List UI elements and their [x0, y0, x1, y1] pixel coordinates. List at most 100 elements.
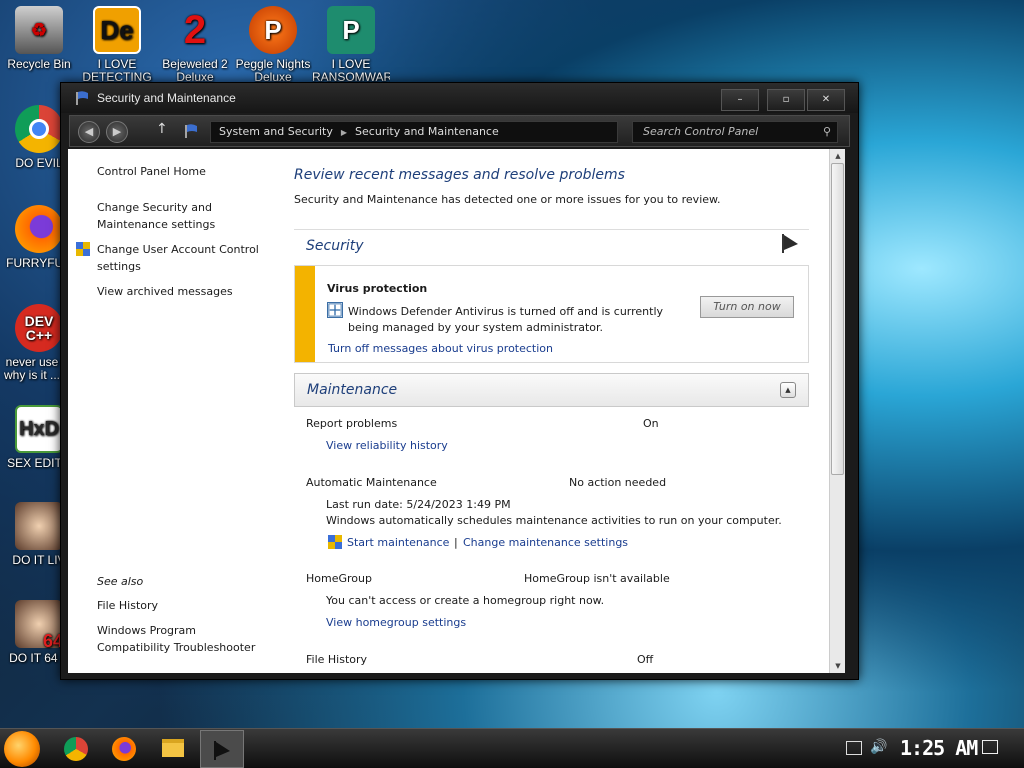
last-run-date: Last run date: 5/24/2023 1:49 PM [326, 498, 511, 511]
alert-title: Virus protection [327, 282, 428, 295]
desktop-icon-label: Peggle Nights Deluxe [235, 58, 311, 84]
page-subtitle: Security and Maintenance has detected on… [294, 193, 721, 206]
security-maintenance-taskbar-button[interactable] [200, 730, 244, 768]
minimize-button[interactable]: – [721, 89, 759, 111]
link-line: Compatibility Troubleshooter [97, 641, 256, 654]
turn-on-now-button[interactable]: Turn on now [700, 296, 794, 318]
breadcrumb[interactable]: System and Security ▶ Security and Mainten… [210, 121, 618, 143]
title-bar[interactable]: Security and Maintenance – ▫ ✕ [61, 83, 858, 113]
file-history-status: Off [637, 653, 654, 666]
scroll-down-icon[interactable]: ▼ [830, 659, 845, 673]
breadcrumb-item-system-security[interactable]: System and Security [219, 125, 333, 138]
flag-icon [76, 91, 88, 105]
publisher-icon: P [327, 6, 375, 54]
homegroup-label: HomeGroup [306, 572, 372, 585]
main-pane: Review recent messages and resolve probl… [294, 149, 836, 673]
change-settings-link[interactable]: Change Security and Maintenance settings [97, 199, 215, 233]
change-maintenance-settings-link[interactable]: Change maintenance settings [463, 536, 628, 549]
address-bar: ◀ ▶ ↑ System and Security ▶ Security and M… [69, 115, 850, 147]
breadcrumb-separator-icon: ▶ [340, 128, 348, 137]
recycle-bin-icon: ♻ [15, 6, 63, 54]
action-flag-icon [782, 234, 798, 253]
firefox-icon [15, 205, 63, 253]
chrome-icon [15, 105, 63, 153]
desktop-icon-label: never use why is it ... [3, 355, 60, 382]
taskbar: 🔊 1:25 AM [0, 728, 1024, 768]
link-line: Windows Program [97, 624, 197, 637]
network-icon[interactable] [846, 741, 862, 755]
desktop-icon-label: Bejeweled 2 Deluxe [162, 58, 228, 84]
defender-icon [327, 302, 343, 318]
portrait-icon [15, 502, 63, 550]
desktop-icon-detecting[interactable]: De I LOVE DETECTING [78, 6, 156, 84]
desktop-icon-ransomware[interactable]: P I LOVE RANSOMWARE [312, 6, 390, 84]
firefox-taskbar-icon[interactable] [112, 737, 136, 761]
view-reliability-link[interactable]: View reliability history [326, 439, 448, 452]
warning-bar [295, 266, 315, 362]
file-explorer-taskbar-icon[interactable] [162, 739, 184, 757]
view-homegroup-settings-link[interactable]: View homegroup settings [326, 616, 466, 629]
security-maintenance-window: Security and Maintenance – ▫ ✕ ◀ ▶ ↑ Sys… [60, 82, 859, 680]
control-panel-home-link[interactable]: Control Panel Home [97, 163, 206, 180]
start-orb-icon[interactable] [4, 731, 40, 767]
uac-shield-icon [328, 535, 342, 549]
hxd-icon: HxD [15, 405, 63, 453]
left-pane: Control Panel Home Change Security and M… [68, 149, 288, 673]
desktop-icon-label: I LOVE RANSOMWARE [312, 58, 390, 84]
automatic-maintenance-status: No action needed [569, 476, 667, 489]
chrome-taskbar-icon[interactable] [64, 737, 88, 761]
desktop-icon-bejeweled[interactable]: 2 Bejeweled 2 Deluxe [156, 6, 234, 84]
search-placeholder: Search Control Panel [643, 125, 759, 138]
scroll-up-icon[interactable]: ▲ [830, 149, 845, 163]
link-line: Maintenance settings [97, 218, 216, 231]
page-title: Review recent messages and resolve probl… [294, 167, 625, 183]
search-icon[interactable]: ⚲ [823, 122, 831, 142]
flag-icon [214, 741, 230, 760]
change-uac-link[interactable]: Change User Account Control settings [97, 241, 259, 275]
homegroup-description: You can't access or create a homegroup r… [326, 594, 605, 607]
forward-button[interactable]: ▶ [106, 121, 128, 143]
homegroup-status: HomeGroup isn't available [524, 572, 670, 585]
link-line: settings [97, 260, 141, 273]
maintenance-section-header[interactable]: Maintenance ▲ [294, 373, 809, 407]
report-problems-status: On [643, 417, 659, 430]
maximize-button[interactable]: ▫ [767, 89, 805, 111]
file-history-label: File History [306, 653, 368, 666]
compat-troubleshooter-link[interactable]: Windows Program Compatibility Troublesho… [97, 622, 255, 656]
peggle-icon: P [249, 6, 297, 54]
link-line: Change User Account Control [97, 243, 259, 256]
desktop-icon-label: Recycle Bin [7, 57, 71, 71]
maintenance-description: Windows automatically schedules maintena… [326, 514, 782, 527]
link-separator: | [454, 536, 458, 549]
desktop-icon-label: I LOVE DETECTING [82, 58, 152, 84]
close-button[interactable]: ✕ [807, 89, 845, 111]
action-center-icon[interactable] [982, 740, 998, 754]
see-also-heading: See also [97, 575, 144, 588]
devcpp-icon: DEV C++ [15, 304, 63, 352]
desktop-icon-recycle-bin[interactable]: ♻ Recycle Bin [0, 6, 78, 71]
uac-shield-icon [76, 242, 90, 256]
volume-icon[interactable]: 🔊 [870, 739, 887, 755]
maintenance-header-label: Maintenance [307, 382, 398, 398]
collapse-chevron-up-icon[interactable]: ▲ [780, 382, 796, 398]
vertical-scrollbar[interactable]: ▲ ▼ [829, 149, 845, 673]
alert-text: Windows Defender Antivirus is turned off… [348, 305, 664, 334]
security-section-header[interactable]: Security [294, 229, 809, 261]
search-input[interactable]: Search Control Panel ⚲ [632, 121, 838, 143]
file-history-link[interactable]: File History [97, 597, 158, 614]
turn-off-messages-link[interactable]: Turn off messages about virus protection [328, 342, 553, 355]
start-maintenance-link[interactable]: Start maintenance [347, 536, 449, 549]
breadcrumb-item-security-maintenance[interactable]: Security and Maintenance [355, 125, 499, 138]
virus-protection-alert: Virus protection Windows Defender Antivi… [294, 265, 809, 363]
desktop-icon-peggle[interactable]: P Peggle Nights Deluxe [234, 6, 312, 84]
clock[interactable]: 1:25 AM [900, 736, 978, 760]
flag-icon [185, 124, 197, 138]
bejeweled-icon: 2 [183, 7, 207, 52]
back-button[interactable]: ◀ [78, 121, 100, 143]
scrollbar-thumb[interactable] [831, 163, 844, 475]
up-arrow-icon[interactable]: ↑ [156, 121, 168, 137]
link-line: Change Security and [97, 201, 212, 214]
content-area: Control Panel Home Change Security and M… [68, 149, 845, 673]
window-title: Security and Maintenance [97, 91, 236, 105]
view-archived-link[interactable]: View archived messages [97, 283, 233, 300]
